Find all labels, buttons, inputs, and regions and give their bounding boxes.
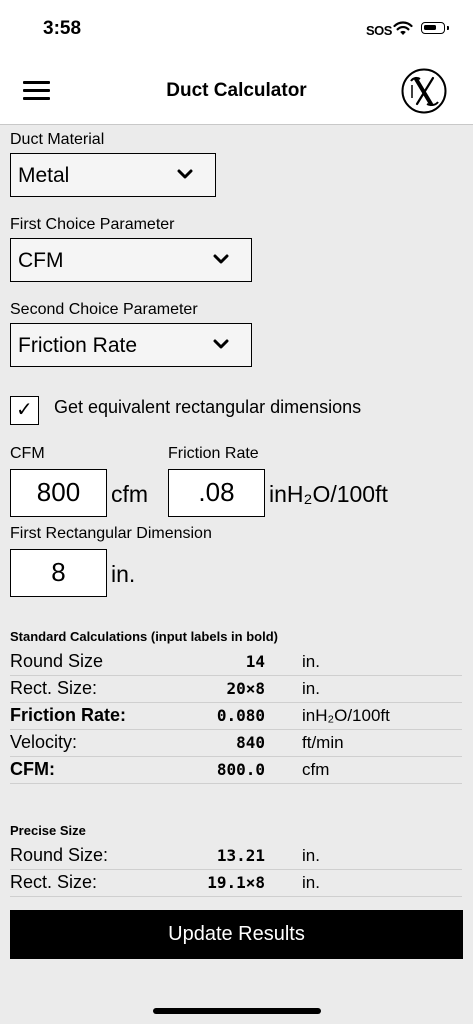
result-value: 13.21 — [216, 846, 265, 865]
home-indicator[interactable] — [153, 1008, 321, 1014]
result-value: 19.1×8 — [207, 873, 265, 892]
result-name: Rect. Size: — [10, 678, 98, 698]
sos-indicator: SOS — [366, 23, 392, 38]
result-unit: in. — [302, 652, 320, 671]
rect-dimension-label: First Rectangular Dimension — [10, 525, 212, 542]
result-name: Friction Rate: — [10, 705, 127, 725]
cfm-unit: cfm — [111, 481, 149, 507]
result-unit: cfm — [302, 760, 330, 779]
battery-icon — [421, 22, 449, 34]
duct-material-value: Metal — [18, 164, 70, 187]
status-bar: 3:58 SOS — [0, 0, 473, 60]
result-name: Round Size: — [10, 845, 109, 865]
result-name: CFM: — [10, 759, 55, 779]
result-row-round-size: Round Size 14 in. — [10, 648, 462, 676]
chevron-down-icon — [177, 169, 193, 179]
equivalent-rect-checkbox[interactable]: ✓ — [10, 396, 39, 425]
standard-calculations-title: Standard Calculations (input labels in b… — [10, 629, 278, 644]
result-row-rect-size: Rect. Size: 20×8 in. — [10, 675, 462, 703]
chevron-down-icon — [213, 254, 229, 264]
rect-dimension-unit: in. — [111, 561, 136, 587]
result-row-friction-rate: Friction Rate: 0.080 inH₂O/100ft — [10, 702, 462, 730]
result-unit: inH₂O/100ft — [302, 706, 390, 725]
precise-row-rect-size: Rect. Size: 19.1×8 in. — [10, 869, 462, 897]
first-parameter-label: First Choice Parameter — [10, 216, 175, 233]
wifi-icon — [393, 21, 413, 35]
rect-dimension-input[interactable]: 8 — [10, 549, 107, 597]
result-value: 800.0 — [216, 760, 265, 779]
result-value: 0.080 — [216, 706, 265, 725]
status-time: 3:58 — [43, 18, 82, 39]
precise-size-title: Precise Size — [10, 823, 86, 838]
result-unit: ft/min — [302, 733, 344, 752]
friction-rate-input[interactable]: .08 — [168, 469, 265, 517]
second-parameter-label: Second Choice Parameter — [10, 301, 198, 318]
result-value: 840 — [236, 733, 265, 752]
result-row-velocity: Velocity: 840 ft/min — [10, 729, 462, 757]
result-unit: in. — [302, 679, 320, 698]
update-results-button[interactable]: Update Results — [10, 910, 463, 959]
duct-material-label: Duct Material — [10, 131, 105, 148]
first-parameter-value: CFM — [18, 249, 64, 272]
result-value: 20×8 — [226, 679, 265, 698]
result-value: 14 — [245, 652, 265, 671]
app-logo-icon[interactable] — [401, 68, 447, 114]
equivalent-rect-label: Get equivalent rectangular dimensions — [54, 397, 362, 417]
precise-row-round-size: Round Size: 13.21 in. — [10, 842, 462, 870]
first-parameter-select[interactable]: CFM — [10, 238, 252, 282]
checkmark-icon: ✓ — [16, 399, 33, 421]
result-row-cfm: CFM: 800.0 cfm — [10, 756, 462, 784]
result-unit: in. — [302, 873, 320, 892]
cfm-input[interactable]: 800 — [10, 469, 107, 517]
duct-material-select[interactable]: Metal — [10, 153, 216, 197]
second-parameter-value: Friction Rate — [18, 334, 138, 357]
nav-bar: Duct Calculator — [0, 60, 473, 125]
cfm-label: CFM — [10, 445, 45, 462]
friction-rate-label: Friction Rate — [168, 445, 259, 462]
result-name: Round Size — [10, 651, 104, 671]
chevron-down-icon — [213, 339, 229, 349]
result-name: Rect. Size: — [10, 872, 98, 892]
result-unit: in. — [302, 846, 320, 865]
result-name: Velocity: — [10, 732, 78, 752]
second-parameter-select[interactable]: Friction Rate — [10, 323, 252, 367]
friction-rate-unit: inH₂O/100ft — [269, 481, 388, 507]
